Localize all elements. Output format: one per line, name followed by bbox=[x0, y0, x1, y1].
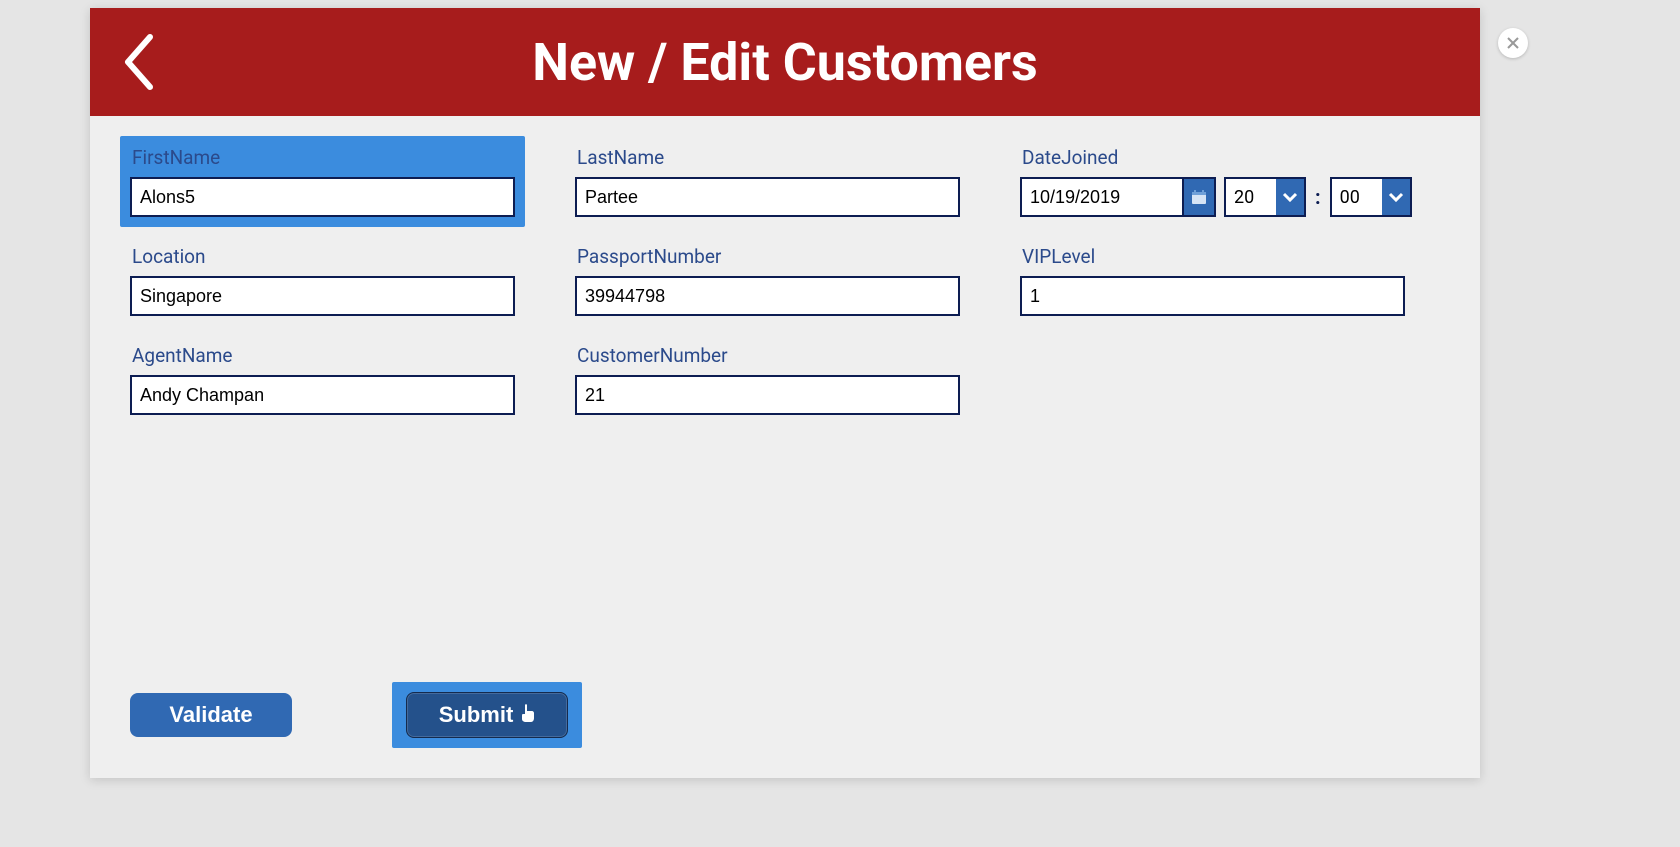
time-colon: : bbox=[1315, 185, 1321, 209]
passportnumber-input[interactable] bbox=[575, 276, 960, 316]
customernumber-field: CustomerNumber bbox=[575, 344, 960, 415]
customernumber-label: CustomerNumber bbox=[575, 344, 960, 367]
datejoined-controls: 20 : 00 bbox=[1020, 177, 1405, 217]
hour-value: 20 bbox=[1224, 177, 1276, 217]
close-icon bbox=[1506, 36, 1520, 50]
lastname-input[interactable] bbox=[575, 177, 960, 217]
minute-select[interactable]: 00 bbox=[1330, 177, 1412, 217]
datejoined-label: DateJoined bbox=[1020, 146, 1405, 169]
datejoined-field: DateJoined bbox=[1020, 146, 1405, 217]
hour-select[interactable]: 20 bbox=[1224, 177, 1306, 217]
firstname-label: FirstName bbox=[130, 146, 515, 169]
viplevel-input[interactable] bbox=[1020, 276, 1405, 316]
form-area: FirstName LastName DateJoined bbox=[90, 116, 1480, 463]
close-button[interactable] bbox=[1498, 28, 1528, 58]
minute-dropdown-button[interactable] bbox=[1382, 177, 1412, 217]
form-row-3: AgentName CustomerNumber bbox=[130, 344, 1440, 415]
firstname-highlight: FirstName bbox=[120, 136, 525, 227]
datejoined-date-input[interactable] bbox=[1020, 177, 1182, 217]
submit-button-label: Submit bbox=[439, 702, 514, 728]
minute-value: 00 bbox=[1330, 177, 1382, 217]
lastname-label: LastName bbox=[575, 146, 960, 169]
form-row-2: Location PassportNumber VIPLevel bbox=[130, 245, 1440, 316]
validate-button[interactable]: Validate bbox=[130, 693, 292, 737]
page-title: New / Edit Customers bbox=[90, 32, 1480, 93]
firstname-input[interactable] bbox=[130, 177, 515, 217]
cursor-icon bbox=[521, 702, 535, 728]
chevron-left-icon bbox=[120, 31, 158, 93]
location-field: Location bbox=[130, 245, 515, 316]
firstname-field: FirstName bbox=[130, 146, 515, 217]
agentname-input[interactable] bbox=[130, 375, 515, 415]
customernumber-input[interactable] bbox=[575, 375, 960, 415]
form-row-1: FirstName LastName DateJoined bbox=[130, 146, 1440, 217]
passportnumber-label: PassportNumber bbox=[575, 245, 960, 268]
viplevel-label: VIPLevel bbox=[1020, 245, 1405, 268]
location-input[interactable] bbox=[130, 276, 515, 316]
back-button[interactable] bbox=[120, 31, 158, 93]
agentname-label: AgentName bbox=[130, 344, 515, 367]
action-button-row: Validate Submit bbox=[130, 682, 582, 748]
chevron-down-icon bbox=[1388, 192, 1404, 202]
passportnumber-field: PassportNumber bbox=[575, 245, 960, 316]
viplevel-field: VIPLevel bbox=[1020, 245, 1405, 316]
customer-form-modal: New / Edit Customers FirstName LastName … bbox=[90, 8, 1480, 778]
modal-header: New / Edit Customers bbox=[90, 8, 1480, 116]
agentname-field: AgentName bbox=[130, 344, 515, 415]
location-label: Location bbox=[130, 245, 515, 268]
calendar-button[interactable] bbox=[1182, 177, 1216, 217]
lastname-field: LastName bbox=[575, 146, 960, 217]
date-input-group bbox=[1020, 177, 1216, 217]
submit-highlight: Submit bbox=[392, 682, 582, 748]
submit-button[interactable]: Submit bbox=[406, 692, 568, 738]
hour-dropdown-button[interactable] bbox=[1276, 177, 1306, 217]
calendar-icon bbox=[1191, 189, 1207, 205]
chevron-down-icon bbox=[1282, 192, 1298, 202]
